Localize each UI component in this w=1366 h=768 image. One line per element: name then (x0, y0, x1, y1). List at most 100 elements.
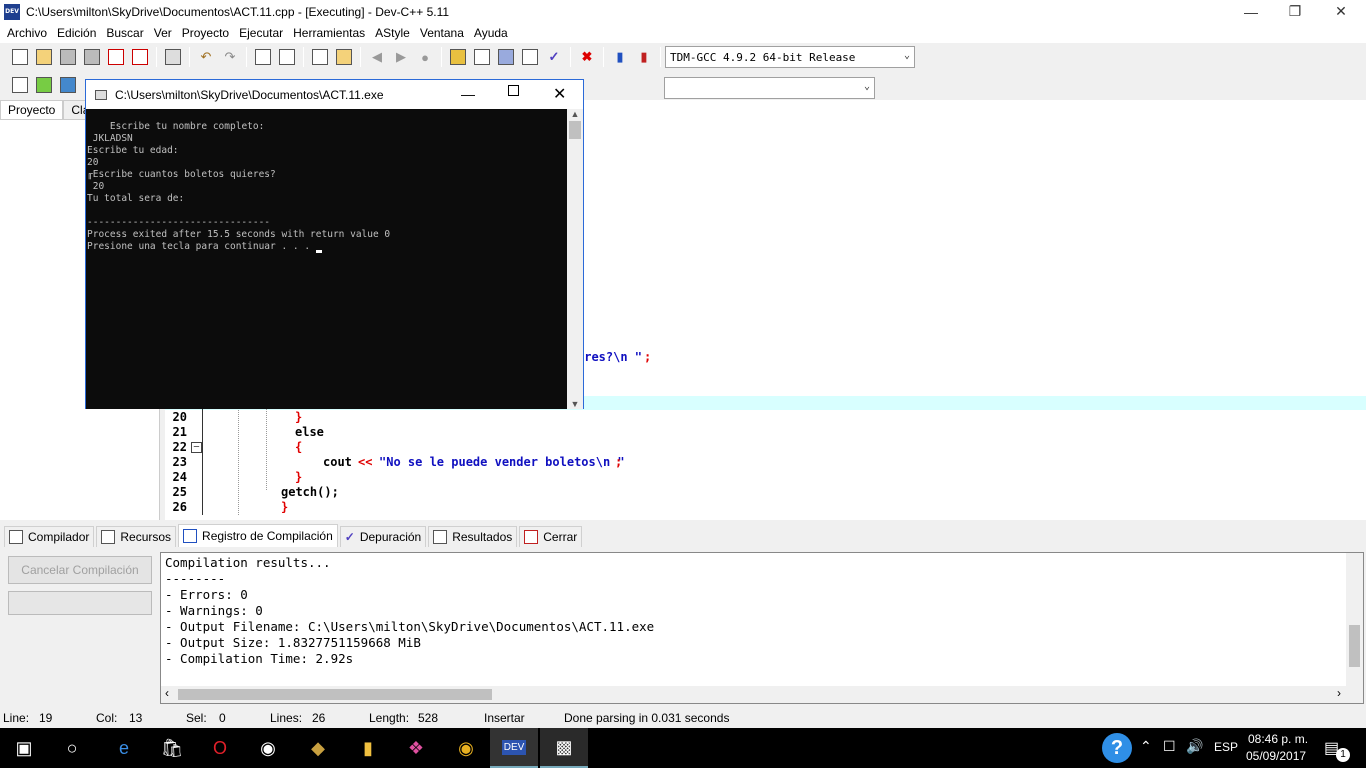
search-circle-icon[interactable]: ○ (48, 728, 96, 768)
goto-line-icon[interactable] (333, 46, 355, 68)
status-message: Done parsing in 0.031 seconds (564, 711, 730, 725)
close-file-icon[interactable] (105, 46, 127, 68)
compiler-icon (9, 530, 23, 544)
toggle-bookmark-icon[interactable] (33, 74, 55, 96)
bookmark-icon[interactable]: ● (414, 46, 436, 68)
menu-ayuda[interactable]: Ayuda (469, 26, 513, 40)
edge-browser-icon[interactable]: e (100, 728, 148, 768)
game-launcher-icon[interactable]: ◆ (294, 728, 342, 768)
log-vertical-scrollbar[interactable] (1346, 553, 1363, 687)
log-vscroll-thumb[interactable] (1349, 625, 1360, 667)
code-line: 26 } (172, 500, 289, 514)
console-taskbar-icon[interactable]: ▩ (540, 728, 588, 768)
menu-archivo[interactable]: Archivo (2, 26, 52, 40)
menu-astyle[interactable]: AStyle (370, 26, 415, 40)
cancel-compilation-button[interactable]: Cancelar Compilación (8, 556, 152, 584)
status-line-label: Line: (3, 711, 30, 725)
run-icon[interactable] (471, 46, 493, 68)
compile-run-icon[interactable] (495, 46, 517, 68)
save-all-icon[interactable] (81, 46, 103, 68)
menu-buscar[interactable]: Buscar (101, 26, 148, 40)
maximize-button[interactable]: ❐ (1272, 0, 1318, 23)
volume-icon[interactable]: 🔊 (1186, 738, 1203, 755)
back-icon[interactable]: ◀ (366, 46, 388, 68)
network-icon[interactable]: ☐ (1163, 738, 1176, 755)
compile-progress-bar (8, 591, 152, 615)
save-icon[interactable] (57, 46, 79, 68)
delete-profile-icon[interactable]: ▮ (633, 46, 655, 68)
console-minimize-button[interactable]: — (461, 86, 475, 102)
open-file-icon[interactable] (33, 46, 55, 68)
close-button[interactable]: ✕ (1318, 0, 1364, 23)
menu-proyecto[interactable]: Proyecto (177, 26, 234, 40)
close-all-icon[interactable] (129, 46, 151, 68)
check-syntax-icon[interactable]: ✓ (543, 46, 565, 68)
code-line: 22 – { (172, 440, 303, 454)
console-window[interactable]: C:\Users\milton\SkyDrive\Documentos\ACT.… (85, 79, 584, 409)
help-icon[interactable]: ? (1102, 733, 1132, 763)
tab-cerrar[interactable]: Cerrar (519, 526, 583, 547)
redo-icon[interactable]: ↷ (219, 46, 241, 68)
compiler-select[interactable]: TDM-GCC 4.9.2 64-bit Release ⌄ (665, 46, 915, 68)
function-select[interactable]: ⌄ (664, 77, 875, 99)
code-line: 20 } (172, 410, 303, 424)
chrome-icon[interactable]: ◉ (442, 728, 490, 768)
store-icon[interactable]: 🛍 (148, 728, 196, 768)
scroll-left-icon[interactable]: ‹ (165, 686, 169, 700)
devcpp-app-icon: DEV (4, 3, 20, 20)
stop-execution-icon[interactable]: ✖ (576, 46, 598, 68)
paint-app-icon[interactable]: ❖ (392, 728, 440, 768)
menu-ver[interactable]: Ver (149, 26, 177, 40)
console-maximize-button[interactable] (508, 85, 519, 96)
undo-icon[interactable]: ↶ (195, 46, 217, 68)
console-scrollbar[interactable]: ▲ ▼ (567, 109, 583, 409)
rebuild-icon[interactable] (519, 46, 541, 68)
opera-icon[interactable]: O (196, 728, 244, 768)
console-scroll-thumb[interactable] (569, 121, 581, 139)
console-title: C:\Users\milton\SkyDrive\Documentos\ACT.… (115, 87, 384, 102)
goto-bookmark-icon[interactable] (57, 74, 79, 96)
replace-icon[interactable] (276, 46, 298, 68)
windows-start-icon[interactable]: ▣ (0, 728, 48, 768)
minimize-button[interactable]: — (1228, 0, 1274, 23)
indent-icon[interactable] (309, 46, 331, 68)
tab-compilador[interactable]: Compilador (4, 526, 95, 547)
new-file-icon[interactable] (9, 46, 31, 68)
print-icon[interactable] (162, 46, 184, 68)
status-col-label: Col: (96, 711, 118, 725)
compile-log[interactable]: Compilation results... -------- - Errors… (160, 552, 1364, 704)
scroll-down-icon[interactable]: ▼ (567, 399, 583, 409)
tab-recursos[interactable]: Recursos (96, 526, 177, 547)
insert-icon[interactable] (9, 74, 31, 96)
tab-registro-compilacion[interactable]: Registro de Compilación (178, 524, 338, 547)
compile-icon[interactable] (447, 46, 469, 68)
menu-herramientas[interactable]: Herramientas (288, 26, 370, 40)
clock-time[interactable]: 08:46 p. m. (1248, 732, 1308, 746)
log-horizontal-scrollbar[interactable]: ‹ › (161, 686, 1363, 703)
tab-resultados[interactable]: Resultados (428, 526, 518, 547)
file-explorer-icon[interactable]: ▮ (344, 728, 392, 768)
clock-date[interactable]: 05/09/2017 (1246, 749, 1306, 763)
chevron-up-icon[interactable]: ⌃ (1140, 738, 1152, 755)
tab-depuracion[interactable]: ✓ Depuración (339, 526, 427, 547)
menu-ejecutar[interactable]: Ejecutar (234, 26, 288, 40)
tab-proyecto[interactable]: Proyecto (0, 100, 64, 120)
find-icon[interactable] (252, 46, 274, 68)
close-panel-icon (524, 530, 539, 544)
console-close-button[interactable]: ✕ (553, 84, 566, 104)
language-indicator[interactable]: ESP (1214, 740, 1238, 754)
notification-count-badge: 1 (1336, 748, 1350, 762)
scroll-right-icon[interactable]: › (1337, 686, 1341, 700)
profile-icon[interactable]: ▮ (609, 46, 631, 68)
bar-chart-icon (183, 529, 198, 543)
devcpp-taskbar-icon[interactable]: DEV (490, 728, 538, 768)
status-lines-label: Lines: (270, 711, 303, 725)
compile-log-text: Compilation results... -------- - Errors… (165, 555, 655, 666)
forward-icon[interactable]: ▶ (390, 46, 412, 68)
menu-edicion[interactable]: Edición (52, 26, 101, 40)
media-app-icon[interactable]: ◉ (244, 728, 292, 768)
fold-collapse-icon[interactable]: – (191, 442, 202, 453)
log-hscroll-thumb[interactable] (178, 689, 492, 700)
scroll-up-icon[interactable]: ▲ (567, 109, 583, 119)
menu-ventana[interactable]: Ventana (415, 26, 469, 40)
